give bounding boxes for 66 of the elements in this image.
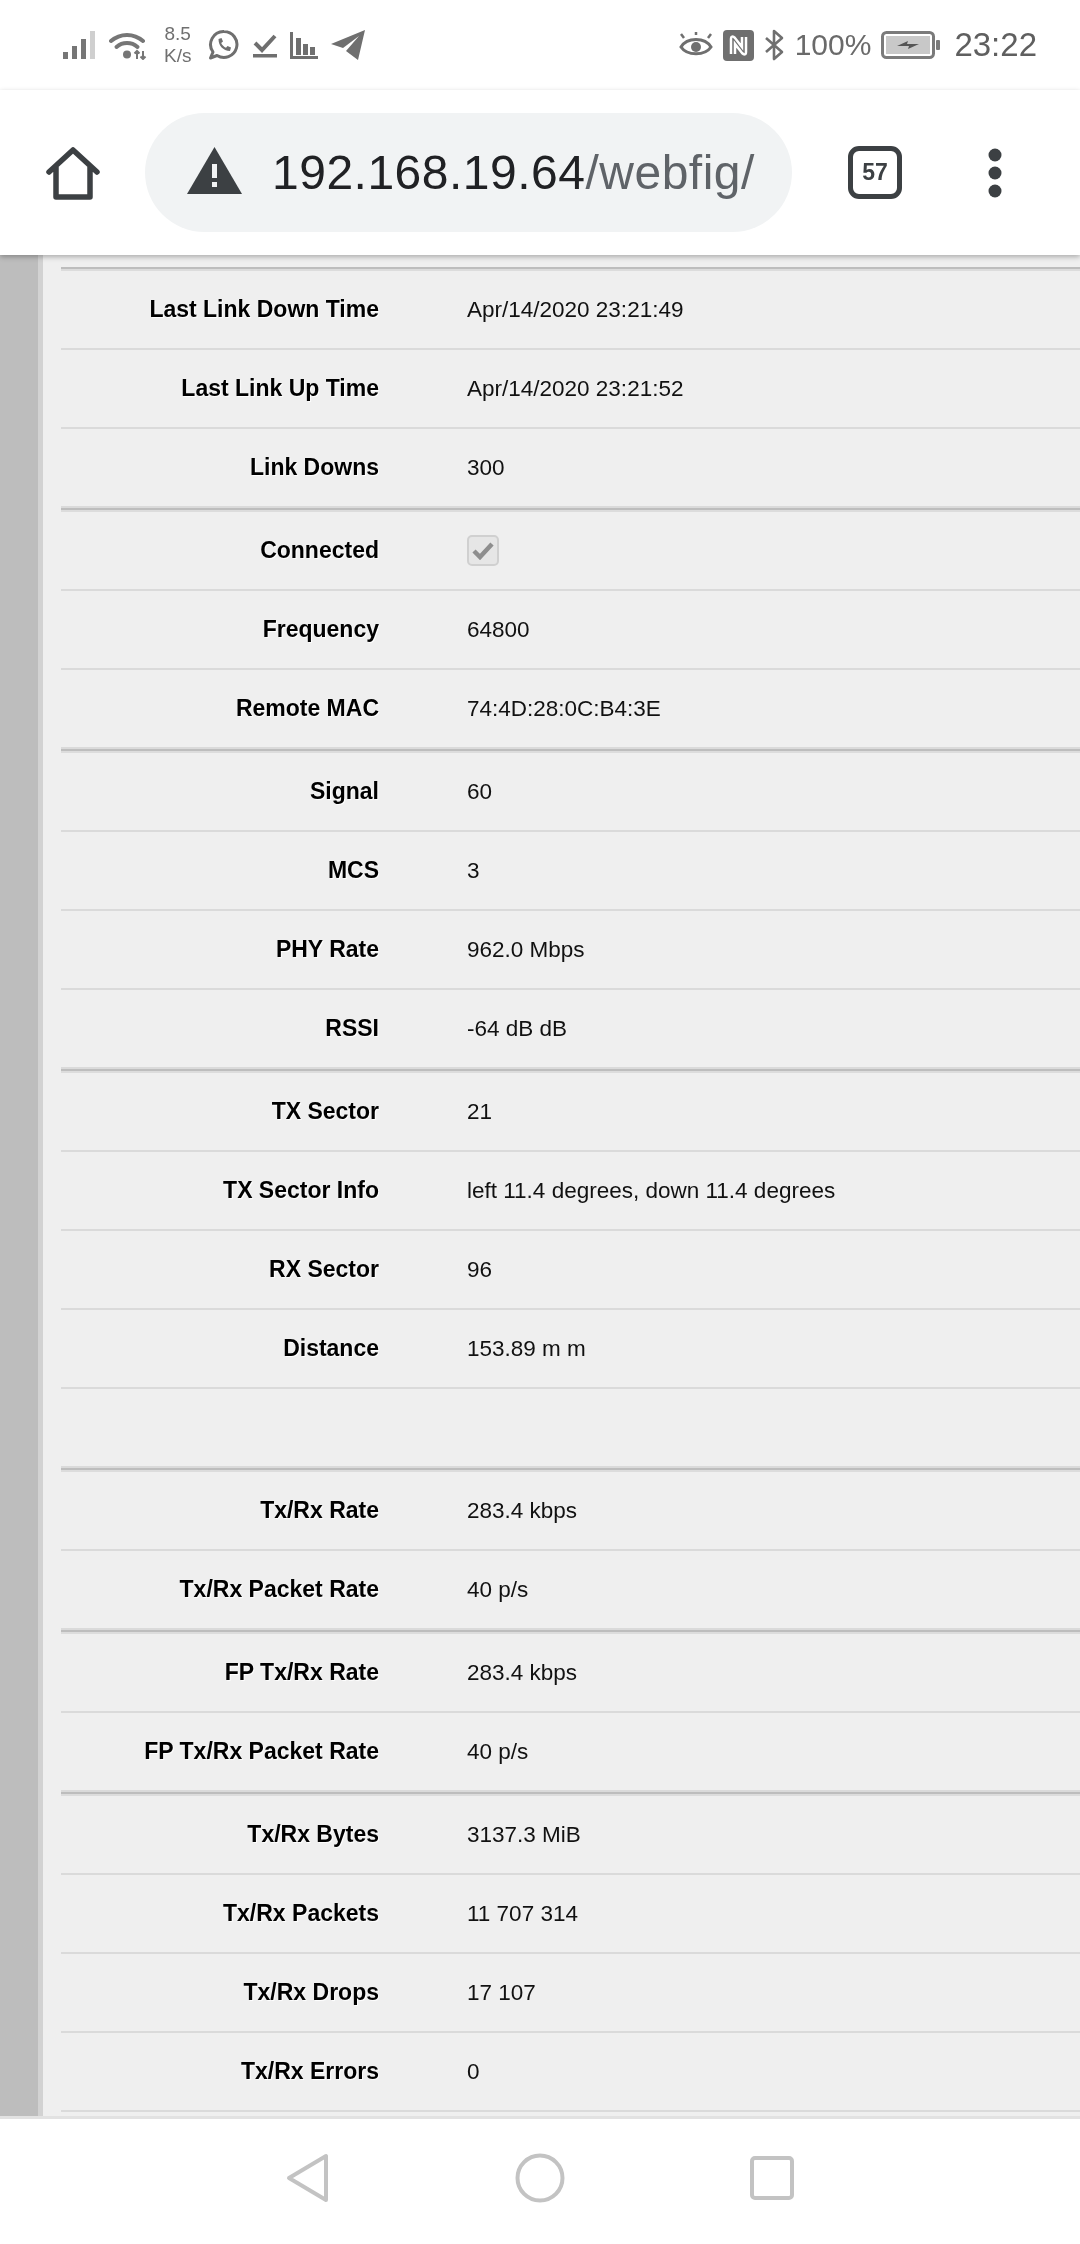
field-value: 40 p/s [467, 1738, 529, 1765]
field-value: 60 [467, 778, 493, 805]
field-value: 962.0 Mbps [467, 936, 585, 963]
field-value: 3137.3 MiB [467, 1821, 581, 1848]
address-bar[interactable]: 192.168.19.64/webfig/ [145, 113, 792, 232]
field-label: Frequency [262, 616, 379, 643]
bar-chart-icon [290, 31, 319, 59]
field-value: Apr/14/2020 23:21:52 [467, 375, 684, 402]
signal-icon [63, 31, 96, 59]
field-value: left 11.4 degrees, down 11.4 degrees [467, 1177, 836, 1204]
field-label: Tx/Rx Errors [240, 2058, 379, 2085]
warning-icon [187, 147, 242, 194]
field-label: Tx/Rx Packets [223, 1900, 379, 1927]
field-value: 74:4D:28:0C:B4:3E [467, 695, 661, 722]
bluetooth-icon [763, 29, 785, 61]
field-label: Link Downs [249, 454, 379, 481]
field-value: 96 [467, 1256, 493, 1283]
field-label: Connected [260, 537, 379, 564]
field-label: PHY Rate [275, 936, 379, 963]
field-label: Last Link Up Time [181, 375, 379, 402]
field-value: -64 dB dB [467, 1015, 568, 1042]
field-label: MCS [327, 857, 379, 884]
network-speed-unit: K/s [164, 45, 192, 67]
field-label: Tx/Rx Rate [260, 1497, 379, 1524]
field-value: 283.4 kbps [467, 1659, 578, 1686]
field-label: TX Sector [271, 1098, 379, 1125]
eye-icon [678, 32, 713, 58]
wifi-icon [109, 30, 147, 60]
field-value: 153.89 m m [467, 1335, 586, 1362]
network-speed-value: 8.5 [164, 23, 191, 45]
field-label: Tx/Rx Drops [243, 1979, 379, 2006]
home-icon[interactable] [45, 146, 101, 201]
url-text: 192.168.19.64/webfig/ [272, 145, 755, 200]
field-label: FP Tx/Rx Rate [224, 1659, 379, 1686]
field-label: RX Sector [269, 1256, 379, 1283]
field-value: Apr/14/2020 23:21:49 [467, 296, 684, 323]
checkmark-icon [472, 541, 494, 560]
back-icon[interactable] [286, 2152, 330, 2203]
field-value: 3 [467, 857, 480, 884]
field-value: 64800 [467, 616, 530, 643]
field-label: Last Link Down Time [149, 296, 379, 323]
field-value: 21 [467, 1098, 493, 1125]
field-label: Distance [283, 1335, 379, 1362]
field-label: Remote MAC [235, 695, 379, 722]
field-label: RSSI [325, 1015, 379, 1042]
field-value: 40 p/s [467, 1576, 529, 1603]
field-value: 0 [467, 2058, 480, 2085]
check-download-icon [253, 32, 278, 58]
field-label: FP Tx/Rx Packet Rate [144, 1738, 379, 1765]
battery-charging-icon [881, 31, 941, 59]
menu-icon[interactable] [988, 147, 1002, 198]
field-value: 283.4 kbps [467, 1497, 578, 1524]
tab-count-button[interactable]: 57 [848, 146, 902, 199]
field-value: 17 107 [467, 1979, 536, 2006]
field-label: Signal [310, 778, 379, 805]
recents-icon[interactable] [750, 2155, 794, 2200]
field-value: 300 [467, 454, 505, 481]
paper-plane-icon [331, 30, 366, 60]
field-label: Tx/Rx Packet Rate [179, 1576, 379, 1603]
field-value: 11 707 314 [467, 1900, 578, 1927]
battery-percentage: 100% [794, 28, 872, 62]
nfc-icon [722, 29, 754, 61]
chat-bubble-phone-icon [208, 29, 241, 61]
field-label: TX Sector Info [223, 1177, 379, 1204]
field-label: Tx/Rx Bytes [247, 1821, 379, 1848]
clock-time: 23:22 [954, 26, 1037, 64]
